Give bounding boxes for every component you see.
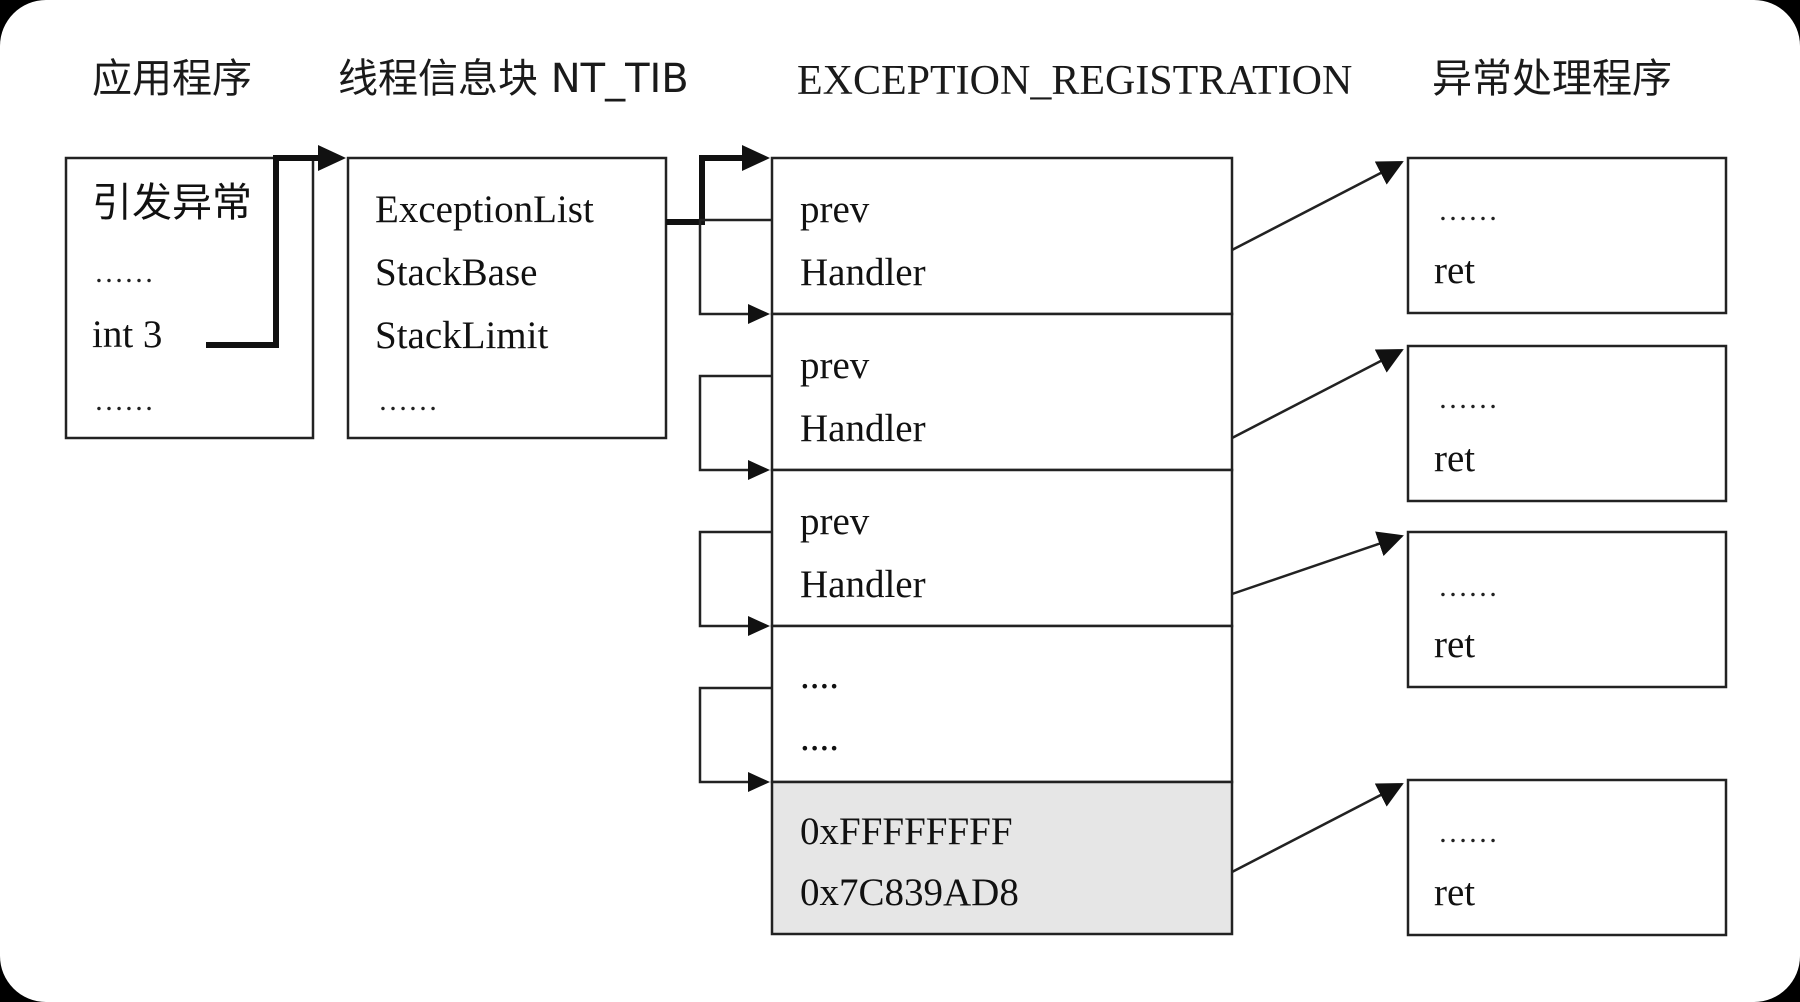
app-int3-text: int 3 (92, 313, 162, 356)
reg2-prev: prev (800, 344, 870, 387)
handler-pointer-3 (1231, 531, 1404, 596)
registration-stack: prev Handler prev Handler prev Handler .… (770, 156, 1234, 936)
reg-last-handler-address: 0x7C839AD8 (800, 871, 1019, 914)
prev-link-2-arrowhead (748, 460, 770, 480)
reg1-prev: prev (800, 188, 870, 231)
app-ellipsis-1: …… (94, 256, 154, 289)
prev-link-4-arrowhead (748, 772, 770, 792)
header-application: 应用程序 (92, 56, 252, 102)
handler-1-ret: ret (1434, 249, 1475, 292)
handler-3-ret: ret (1434, 623, 1475, 666)
seh-diagram: 应用程序 线程信息块 NT_TIB EXCEPTION_REGISTRATION… (64, 56, 1728, 937)
reg-last-prev-value: 0xFFFFFFFF (800, 810, 1013, 853)
reg1-handler: Handler (800, 251, 926, 294)
reg3-handler: Handler (800, 563, 926, 606)
prev-link-2 (698, 374, 772, 472)
registration-record-4 (770, 624, 1234, 784)
tib-stack-base: StackBase (375, 251, 537, 294)
header-exception-registration: EXCEPTION_REGISTRATION (797, 58, 1352, 104)
handler-2-ellipsis: …… (1438, 382, 1498, 415)
handler-1-ellipsis: …… (1438, 194, 1498, 227)
handler-4-ret: ret (1434, 871, 1475, 914)
handler-2-ret: ret (1434, 437, 1475, 480)
tib-ellipsis: …… (378, 384, 438, 417)
nt-tib-box: ExceptionList StackBase StackLimit …… (346, 156, 668, 440)
int3-to-tib-arrowhead (318, 145, 346, 171)
handler-4-ellipsis: …… (1438, 816, 1498, 849)
reg3-prev: prev (800, 500, 870, 543)
handler-pointer-2 (1231, 348, 1404, 440)
app-ellipsis-2: …… (94, 384, 154, 417)
prev-links (698, 218, 772, 792)
prev-link-3-arrowhead (748, 616, 770, 636)
tib-stack-limit: StackLimit (375, 314, 548, 357)
handler-pointer-1 (1231, 160, 1404, 252)
exceptionlist-arrow (666, 155, 744, 225)
reg2-handler: Handler (800, 407, 926, 450)
app-raise-exception-text: 引发异常 (92, 180, 252, 226)
handler-pointers (1231, 160, 1404, 874)
reg4-prev: .... (800, 654, 839, 697)
handler-boxes: …… ret …… ret …… ret …… ret (1406, 156, 1728, 937)
handler-pointer-4 (1231, 782, 1404, 874)
prev-link-1-arrowhead (748, 304, 770, 324)
header-nt-tib: 线程信息块 NT_TIB (338, 56, 689, 102)
diagram-card: 应用程序 线程信息块 NT_TIB EXCEPTION_REGISTRATION… (0, 0, 1800, 1002)
reg4-handler: .... (800, 716, 839, 759)
prev-link-1 (698, 218, 772, 316)
prev-link-4 (698, 686, 772, 784)
prev-link-3 (698, 530, 772, 628)
exceptionlist-arrowhead (742, 145, 770, 171)
header-exception-handlers: 异常处理程序 (1432, 56, 1672, 102)
tib-exception-list: ExceptionList (375, 188, 594, 231)
handler-3-ellipsis: …… (1438, 570, 1498, 603)
